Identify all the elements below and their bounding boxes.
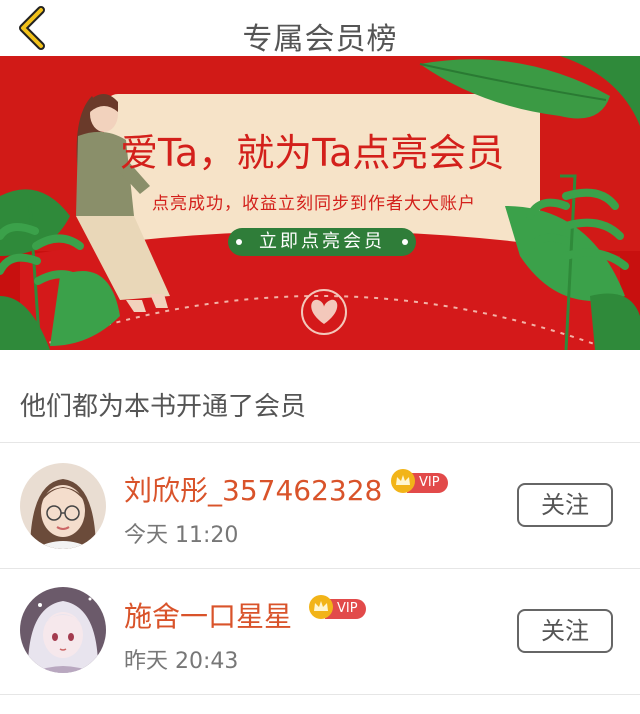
avatar-image	[20, 587, 106, 673]
member-name[interactable]: 施舍一口星星	[124, 595, 292, 635]
member-time: 今天 11:20	[124, 523, 239, 548]
light-up-membership-button[interactable]: 立即点亮会员	[228, 228, 416, 256]
crown-icon	[391, 469, 415, 493]
follow-button[interactable]: 关注	[517, 609, 613, 653]
member-row: 刘欣彤_357462328 VIP 今天 11:20 关注	[0, 443, 640, 569]
banner-headline: 爱Ta，就为Ta点亮会员	[120, 131, 505, 175]
top-bar: 专属会员榜	[0, 0, 640, 57]
follow-button[interactable]: 关注	[517, 483, 613, 527]
avatar[interactable]	[20, 463, 106, 549]
button-label: 立即点亮会员	[259, 231, 385, 252]
crown-icon	[309, 595, 333, 619]
member-time: 昨天 20:43	[124, 649, 239, 674]
divider	[0, 694, 640, 695]
dot-icon	[402, 239, 408, 245]
avatar-image	[20, 463, 106, 549]
member-name[interactable]: 刘欣彤_357462328	[124, 469, 382, 509]
member-row: 施舍一口星星 VIP 昨天 20:43 关注	[0, 569, 640, 695]
avatar[interactable]	[20, 587, 106, 673]
promo-banner[interactable]: 爱Ta，就为Ta点亮会员 点亮成功，收益立刻同步到作者大大账户 立即点亮会员	[0, 56, 640, 350]
section-heading: 他们都为本书开通了会员	[20, 392, 307, 422]
banner-subtitle: 点亮成功，收益立刻同步到作者大大账户	[152, 194, 476, 214]
dot-icon	[236, 239, 242, 245]
page-title: 专属会员榜	[242, 22, 398, 57]
